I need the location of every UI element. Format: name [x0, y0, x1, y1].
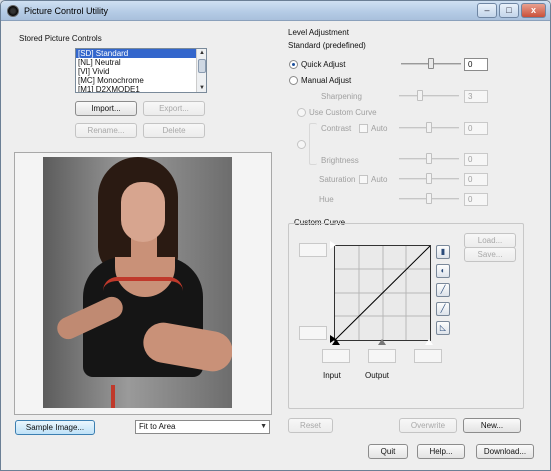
picture-control-window: Picture Control Utility – □ x Stored Pic…	[0, 0, 551, 471]
eyedropper-gray-icon[interactable]: ╱	[436, 302, 450, 316]
input-white-marker[interactable]	[425, 339, 433, 345]
saturation-label: Saturation	[319, 175, 356, 184]
curve-graph-svg	[334, 245, 431, 341]
photo-lace-hem	[111, 385, 139, 408]
manual-adjust-label: Manual Adjust	[301, 76, 352, 85]
list-item[interactable]: [M1] D2XMODE1	[76, 85, 197, 92]
sharpening-label: Sharpening	[321, 92, 362, 101]
hue-label: Hue	[319, 195, 334, 204]
hue-value[interactable]: 0	[464, 193, 488, 206]
brightness-slider[interactable]	[399, 153, 459, 164]
contrast-label: Contrast	[321, 124, 352, 133]
quick-adjust-value[interactable]: 0	[464, 58, 488, 71]
output-label: Output	[365, 371, 390, 380]
contrast-value[interactable]: 0	[464, 122, 488, 135]
white-point-field[interactable]	[414, 349, 442, 363]
quick-adjust-label: Quick Adjust	[301, 60, 346, 69]
list-item[interactable]: [MC] Monochrome	[76, 76, 197, 85]
import-button[interactable]: Import...	[75, 101, 137, 116]
sharpening-value[interactable]: 3	[464, 90, 488, 103]
slider-thumb[interactable]	[426, 173, 432, 184]
reset-button[interactable]: Reset	[288, 418, 333, 433]
scroll-down-icon[interactable]: ▼	[198, 84, 206, 92]
use-custom-curve-radio[interactable]	[297, 108, 306, 117]
saturation-auto-checkbox[interactable]	[359, 175, 368, 184]
minimize-button[interactable]: –	[477, 3, 497, 18]
window-title: Picture Control Utility	[24, 6, 109, 16]
photo-lace	[103, 277, 183, 291]
fit-select[interactable]: Fit to Area ▼	[135, 420, 270, 434]
overwrite-button[interactable]: Overwrite	[399, 418, 457, 433]
contrast-auto-checkbox[interactable]	[359, 124, 368, 133]
preview-panel	[14, 152, 272, 415]
scroll-up-icon[interactable]: ▲	[198, 49, 206, 57]
slider-thumb[interactable]	[426, 122, 432, 133]
saturation-slider[interactable]	[399, 173, 459, 184]
photo-face	[121, 182, 165, 242]
level-subtitle: Standard (predefined)	[288, 41, 366, 50]
scroll-thumb[interactable]	[198, 59, 206, 73]
slider-thumb[interactable]	[428, 58, 434, 69]
sample-image-button[interactable]: Sample Image...	[15, 420, 95, 435]
saturation-auto-label: Auto	[371, 175, 388, 184]
input-gray-marker[interactable]	[378, 339, 386, 345]
sample-photo	[43, 157, 232, 408]
contrast-slider[interactable]	[399, 122, 459, 133]
level-adjustment-heading: Level Adjustment	[288, 28, 349, 37]
hue-slider[interactable]	[399, 193, 459, 204]
app-icon	[7, 5, 19, 17]
contrast-brightness-bracket	[309, 123, 317, 165]
list-item[interactable]: [SD] Standard	[76, 49, 197, 58]
curve-load-button[interactable]: Load...	[464, 233, 516, 248]
saturation-value[interactable]: 0	[464, 173, 488, 186]
export-button[interactable]: Export...	[143, 101, 205, 116]
stored-controls-list[interactable]: [SD] Standard [NL] Neutral [VI] Vivid [M…	[75, 48, 207, 93]
quick-adjust-slider[interactable]	[401, 58, 461, 69]
quick-adjust-radio[interactable]	[289, 60, 298, 69]
input-black-marker[interactable]	[332, 339, 340, 345]
slider-thumb[interactable]	[426, 193, 432, 204]
sharpening-slider[interactable]	[399, 90, 459, 101]
contrast-brightness-radio[interactable]	[297, 140, 306, 149]
delete-button[interactable]: Delete	[143, 123, 205, 138]
contrast-icon[interactable]: ◐	[436, 264, 450, 278]
use-custom-curve-label: Use Custom Curve	[309, 108, 377, 117]
slider-track	[399, 95, 459, 97]
curve-output-min-field[interactable]	[299, 326, 327, 340]
brightness-value[interactable]: 0	[464, 153, 488, 166]
maximize-button[interactable]: □	[499, 3, 519, 18]
reset-curve-icon[interactable]: ◺	[436, 321, 450, 335]
quit-button[interactable]: Quit	[368, 444, 408, 459]
close-button[interactable]: x	[521, 3, 546, 18]
histogram-icon[interactable]: ▮	[436, 245, 450, 259]
eyedropper-black-icon[interactable]: ╱	[436, 283, 450, 297]
list-item[interactable]: [VI] Vivid	[76, 67, 197, 76]
slider-thumb[interactable]	[417, 90, 423, 101]
list-scrollbar[interactable]: ▲ ▼	[196, 49, 206, 92]
stored-controls-heading: Stored Picture Controls	[19, 34, 102, 43]
output-max-marker[interactable]	[330, 241, 336, 249]
contrast-auto-label: Auto	[371, 124, 388, 133]
download-button[interactable]: Download...	[476, 444, 534, 459]
help-button[interactable]: Help...	[417, 444, 465, 459]
chevron-down-icon: ▼	[260, 423, 267, 430]
manual-adjust-radio[interactable]	[289, 76, 298, 85]
new-button[interactable]: New...	[463, 418, 521, 433]
rename-button[interactable]: Rename...	[75, 123, 137, 138]
curve-save-button[interactable]: Save...	[464, 247, 516, 262]
curve-output-max-field[interactable]	[299, 243, 327, 257]
input-value-field[interactable]	[322, 349, 350, 363]
input-label: Input	[323, 371, 341, 380]
output-value-field[interactable]	[368, 349, 396, 363]
title-bar[interactable]: Picture Control Utility – □ x	[1, 1, 550, 21]
fit-select-value: Fit to Area	[139, 422, 176, 431]
curve-graph[interactable]	[334, 245, 431, 341]
brightness-label: Brightness	[321, 156, 359, 165]
slider-thumb[interactable]	[426, 153, 432, 164]
list-item[interactable]: [NL] Neutral	[76, 58, 197, 67]
